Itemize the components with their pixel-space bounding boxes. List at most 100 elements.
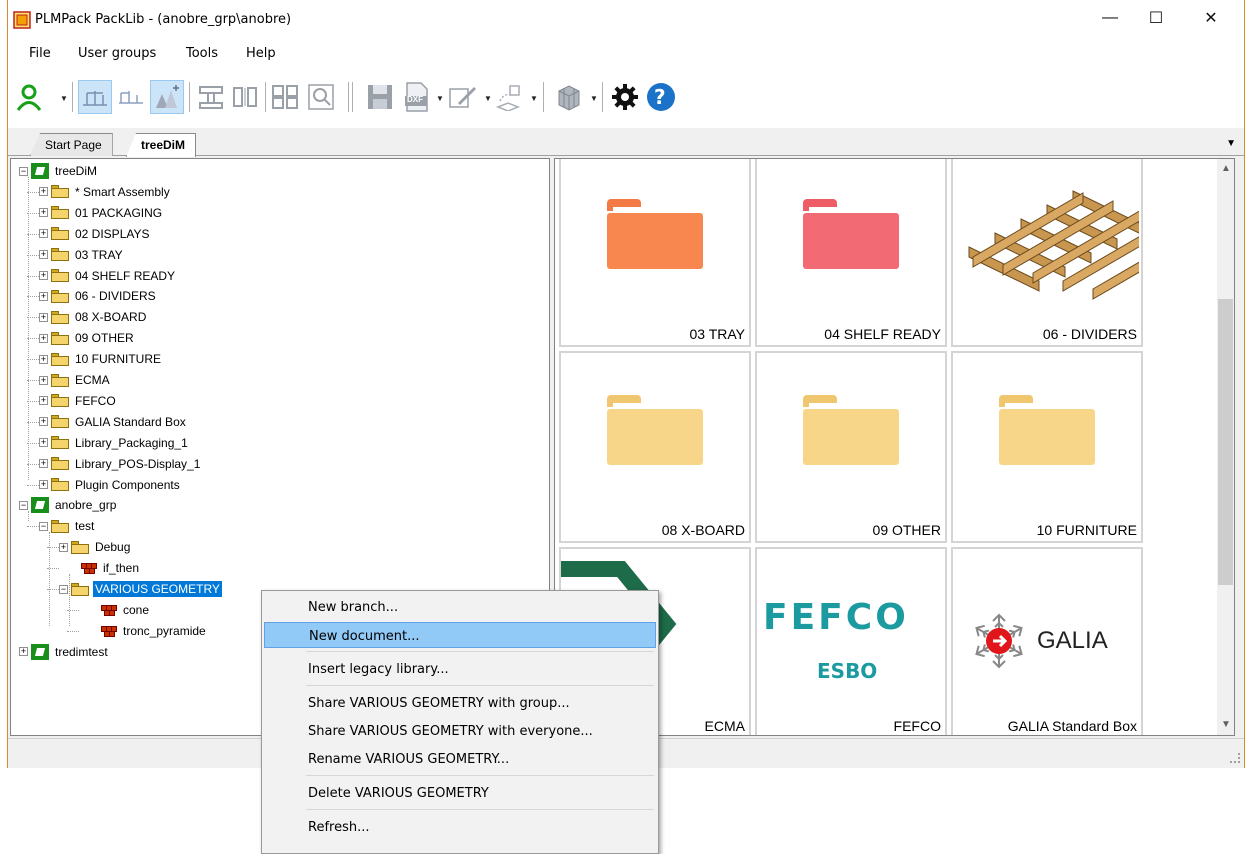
- expand-icon[interactable]: +: [39, 459, 48, 469]
- component-icon[interactable]: [194, 80, 228, 114]
- scroll-down-icon[interactable]: ▼: [1221, 719, 1231, 730]
- save-icon[interactable]: [363, 80, 397, 114]
- tree-node-label: 02 DISPLAYS: [75, 226, 150, 241]
- tree-folder[interactable]: + GALIA Standard Box: [39, 412, 188, 432]
- zoom-icon[interactable]: [304, 80, 338, 114]
- tree-root[interactable]: − anobre_grp: [19, 495, 118, 515]
- scroll-thumb[interactable]: [1218, 299, 1233, 585]
- user-dropdown-icon[interactable]: ▼: [60, 94, 68, 103]
- expand-icon[interactable]: +: [39, 271, 48, 280]
- resize-grip-icon[interactable]: [1230, 753, 1240, 763]
- edit-dropdown-icon[interactable]: ▼: [484, 94, 492, 103]
- tree-folder[interactable]: +08 X-BOARD: [39, 307, 148, 327]
- shapes-icon[interactable]: [492, 80, 526, 114]
- menu-help[interactable]: Help: [246, 46, 276, 61]
- grid-scrollbar[interactable]: ▲ ▼: [1217, 159, 1234, 735]
- expand-icon[interactable]: +: [39, 187, 48, 197]
- tree-folder[interactable]: + Debug: [59, 537, 132, 557]
- edit-icon[interactable]: [446, 80, 480, 114]
- tree-root[interactable]: − treeDiM: [19, 161, 99, 181]
- pallet-dropdown-icon[interactable]: ▼: [590, 94, 598, 103]
- tree-folder[interactable]: + Library_Packaging_1: [39, 433, 190, 453]
- tree-document[interactable]: if_then: [59, 558, 141, 578]
- tree-folder[interactable]: + FEFCO: [39, 391, 118, 411]
- tree-folder[interactable]: +06 - DIVIDERS: [39, 286, 158, 306]
- thumbnail-fefco[interactable]: FEFCO ESBO FEFCO: [755, 547, 947, 735]
- tree-folder[interactable]: +10 FURNITURE: [39, 349, 163, 369]
- tab-start-page[interactable]: Start Page: [30, 133, 113, 156]
- tree-folder[interactable]: +01 PACKAGING: [39, 203, 164, 223]
- folder-icon: [607, 199, 703, 269]
- scroll-up-icon[interactable]: ▲: [1221, 163, 1231, 174]
- tree-view-icon[interactable]: [78, 80, 112, 114]
- thumbnail-03-tray[interactable]: 03 TRAY: [559, 159, 751, 347]
- tree-folder[interactable]: +04 SHELF READY: [39, 266, 177, 286]
- user-icon[interactable]: [12, 80, 46, 114]
- expand-icon[interactable]: +: [39, 396, 48, 406]
- thumbnail-09-other[interactable]: 09 OTHER: [755, 351, 947, 543]
- expand-icon[interactable]: +: [39, 250, 48, 260]
- expand-icon[interactable]: +: [39, 480, 48, 489]
- menu-item-refresh[interactable]: Refresh...: [264, 814, 656, 840]
- thumbnail-galia-standard-box[interactable]: GALIA GALIA Standard Box: [951, 547, 1143, 735]
- split-icon[interactable]: [228, 80, 262, 114]
- expand-icon[interactable]: +: [39, 208, 48, 218]
- grid-icon[interactable]: [268, 80, 302, 114]
- expand-icon[interactable]: +: [39, 312, 48, 322]
- collapse-icon[interactable]: −: [39, 521, 48, 531]
- tree-folder[interactable]: − VARIOUS GEOMETRY: [59, 579, 222, 599]
- tree-folder[interactable]: +09 OTHER: [39, 328, 136, 348]
- expand-icon[interactable]: +: [59, 542, 68, 552]
- pallet-icon[interactable]: [552, 80, 586, 114]
- menu-item-new-document[interactable]: New document...: [264, 622, 656, 648]
- expand-icon[interactable]: +: [39, 375, 48, 385]
- collapse-icon[interactable]: −: [59, 584, 68, 594]
- tree-root[interactable]: + tredimtest: [19, 642, 110, 662]
- shapes-dropdown-icon[interactable]: ▼: [530, 94, 538, 103]
- menu-user-groups[interactable]: User groups: [78, 46, 156, 61]
- menu-tools[interactable]: Tools: [186, 46, 218, 61]
- maximize-button[interactable]: ☐: [1133, 0, 1179, 36]
- collapse-icon[interactable]: −: [19, 166, 28, 176]
- thumbnail-10-furniture[interactable]: 10 FURNITURE: [951, 351, 1143, 543]
- thumbnail-04-shelf-ready[interactable]: 04 SHELF READY: [755, 159, 947, 347]
- dxf-icon[interactable]: DXF: [400, 80, 434, 114]
- tree-document[interactable]: cone: [79, 600, 151, 620]
- expand-icon[interactable]: +: [39, 229, 48, 239]
- menu-item-share-various-geometry-with-everyone[interactable]: Share VARIOUS GEOMETRY with everyone...: [264, 718, 656, 744]
- tree-folder[interactable]: + Library_POS-Display_1: [39, 454, 202, 474]
- collapse-icon[interactable]: −: [19, 500, 28, 510]
- settings-icon[interactable]: [608, 80, 642, 114]
- expand-icon[interactable]: +: [39, 333, 48, 343]
- chart-view-icon[interactable]: [150, 80, 184, 114]
- menu-item-rename-various-geometry[interactable]: Rename VARIOUS GEOMETRY...: [264, 746, 656, 772]
- tree-folder[interactable]: + * Smart Assembly: [39, 182, 172, 202]
- title-bar[interactable]: PLMPack PackLib - (anobre_grp\anobre) — …: [8, 0, 1244, 40]
- dxf-dropdown-icon[interactable]: ▼: [436, 94, 444, 103]
- expand-icon[interactable]: +: [39, 291, 48, 301]
- thumbnail-08-x-board[interactable]: 08 X-BOARD: [559, 351, 751, 543]
- tree-folder[interactable]: + Plugin Components: [39, 475, 182, 495]
- menu-item-insert-legacy-library[interactable]: Insert legacy library...: [264, 656, 656, 682]
- tab-treedim[interactable]: treeDiM: [126, 133, 197, 157]
- minimize-button[interactable]: —: [1087, 0, 1133, 36]
- expand-icon[interactable]: +: [39, 438, 48, 448]
- dividers-image: [968, 190, 1139, 300]
- menu-item-delete-various-geometry[interactable]: Delete VARIOUS GEOMETRY: [264, 780, 656, 806]
- tree-folder[interactable]: + ECMA: [39, 370, 112, 390]
- tree-folder[interactable]: +02 DISPLAYS: [39, 224, 151, 244]
- tab-list-dropdown-icon[interactable]: ▼: [1226, 138, 1236, 149]
- menu-file[interactable]: File: [29, 46, 51, 61]
- list-view-icon[interactable]: [114, 80, 148, 114]
- menu-item-new-branch[interactable]: New branch...: [264, 594, 656, 620]
- tree-folder[interactable]: − test: [39, 516, 96, 536]
- help-icon[interactable]: ?: [644, 80, 678, 114]
- close-button[interactable]: ✕: [1188, 0, 1234, 36]
- expand-icon[interactable]: +: [19, 647, 28, 657]
- expand-icon[interactable]: +: [39, 354, 48, 364]
- tree-document[interactable]: tronc_pyramide: [79, 621, 208, 641]
- menu-item-share-various-geometry-with-group[interactable]: Share VARIOUS GEOMETRY with group...: [264, 690, 656, 716]
- tree-folder[interactable]: +03 TRAY: [39, 245, 125, 265]
- thumbnail-06-dividers[interactable]: 06 - DIVIDERS: [951, 159, 1143, 347]
- expand-icon[interactable]: +: [39, 417, 48, 427]
